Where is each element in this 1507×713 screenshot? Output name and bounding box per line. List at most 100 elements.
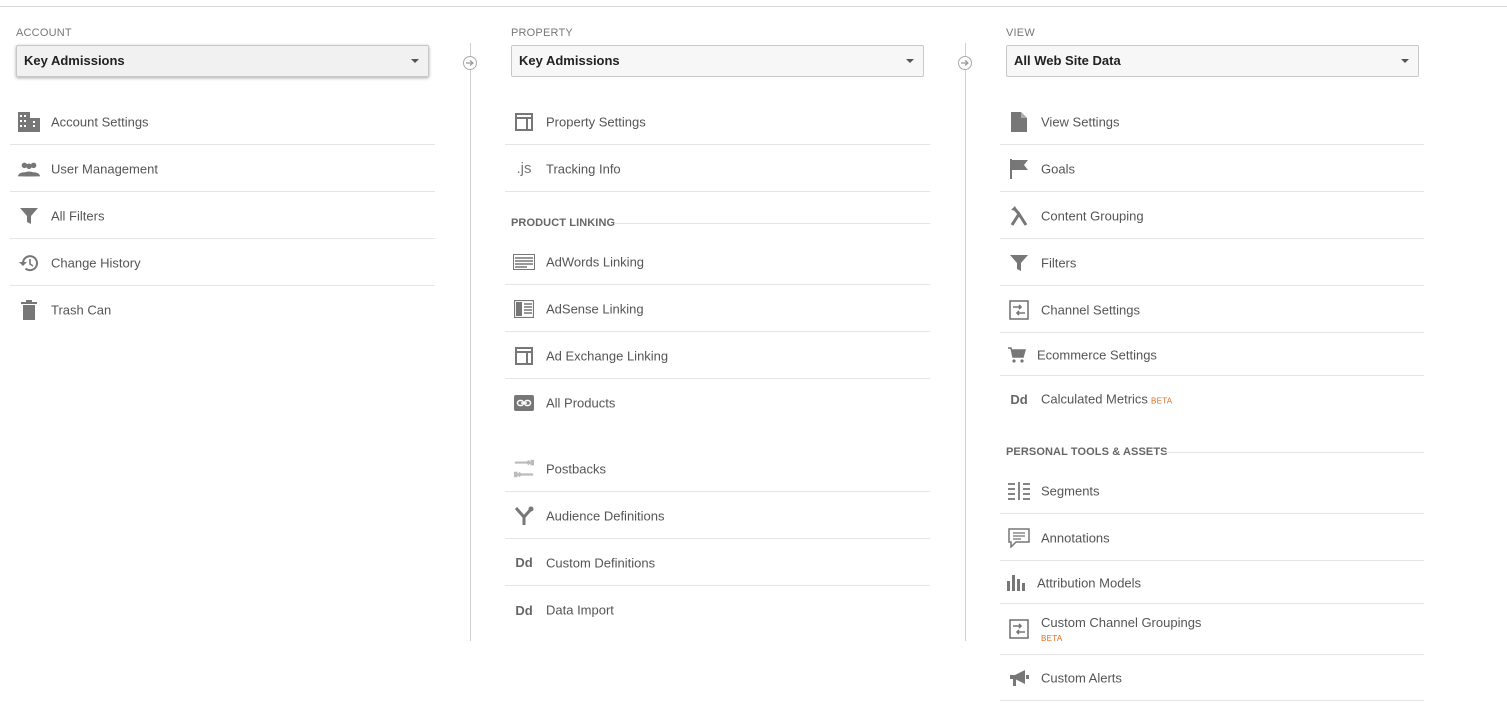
arrow-right-icon <box>958 56 972 70</box>
js-icon: .js <box>513 158 535 180</box>
view-selected: All Web Site Data <box>1014 53 1121 68</box>
all-filters-label: All Filters <box>51 208 105 223</box>
all-products-item[interactable]: All Products <box>505 380 930 426</box>
segments-label: Segments <box>1041 483 1100 498</box>
bar-chart-icon <box>1006 572 1028 594</box>
top-divider <box>0 6 1507 7</box>
trash-icon <box>18 299 40 321</box>
filter-icon <box>1008 252 1030 274</box>
flag-icon <box>1008 158 1030 180</box>
channel-settings-item[interactable]: Channel Settings <box>1000 287 1424 333</box>
goals-item[interactable]: Goals <box>1000 146 1424 192</box>
user-management-label: User Management <box>51 161 158 176</box>
adwords-icon <box>513 251 535 273</box>
cart-icon <box>1006 344 1028 366</box>
filter-icon <box>18 205 40 227</box>
attribution-models-label: Attribution Models <box>1037 575 1142 590</box>
adsense-icon <box>513 298 535 320</box>
property-settings-item[interactable]: Property Settings <box>505 99 930 145</box>
all-filters-item[interactable]: All Filters <box>10 193 435 239</box>
dd-icon: Dd <box>1008 388 1030 410</box>
audience-definitions-item[interactable]: Audience Definitions <box>505 493 930 539</box>
custom-channel-groupings-text: Custom Channel Groupings <box>1041 615 1202 630</box>
annotation-icon <box>1008 527 1030 549</box>
column-divider <box>470 43 471 641</box>
audience-definitions-label: Audience Definitions <box>546 508 665 523</box>
view-selector[interactable]: All Web Site Data <box>1006 45 1419 77</box>
channel-icon <box>1008 299 1030 321</box>
annotations-label: Annotations <box>1041 530 1110 545</box>
segments-item[interactable]: Segments <box>1000 468 1424 514</box>
audience-icon <box>513 505 535 527</box>
custom-channel-groupings-label: Custom Channel Groupings BETA <box>1041 615 1201 643</box>
megaphone-icon <box>1008 667 1030 689</box>
account-label: ACCOUNT <box>16 27 72 39</box>
tracking-info-item[interactable]: .js Tracking Info <box>505 146 930 192</box>
ecommerce-settings-label: Ecommerce Settings <box>1037 347 1157 362</box>
ad-exchange-icon <box>513 345 535 367</box>
custom-alerts-label: Custom Alerts <box>1041 670 1122 685</box>
adsense-linking-item[interactable]: AdSense Linking <box>505 286 930 332</box>
link-icon <box>513 392 535 414</box>
section-divider <box>1165 452 1424 453</box>
view-settings-item[interactable]: View Settings <box>1000 99 1424 145</box>
beta-badge: BETA <box>1150 396 1173 406</box>
adsense-linking-label: AdSense Linking <box>546 301 644 316</box>
property-label: PROPERTY <box>511 27 573 39</box>
ad-exchange-linking-item[interactable]: Ad Exchange Linking <box>505 333 930 379</box>
adwords-linking-item[interactable]: AdWords Linking <box>505 239 930 285</box>
document-icon <box>1008 111 1030 133</box>
trash-can-label: Trash Can <box>51 302 112 318</box>
filters-item[interactable]: Filters <box>1000 240 1424 286</box>
view-label: VIEW <box>1006 27 1035 39</box>
content-grouping-icon <box>1008 205 1030 227</box>
data-import-item[interactable]: Dd Data Import <box>505 587 930 633</box>
property-settings-label: Property Settings <box>546 114 646 129</box>
postbacks-icon <box>513 458 535 480</box>
dd-glyph: Dd <box>515 602 533 618</box>
custom-alerts-item[interactable]: Custom Alerts <box>1000 655 1424 701</box>
content-grouping-label: Content Grouping <box>1041 208 1144 223</box>
custom-channel-groupings-item[interactable]: Custom Channel Groupings BETA <box>1000 604 1424 655</box>
segments-icon <box>1008 480 1030 502</box>
filters-label: Filters <box>1041 255 1077 270</box>
attribution-models-item[interactable]: Attribution Models <box>1000 562 1424 604</box>
change-history-label: Change History <box>51 255 141 270</box>
account-selector[interactable]: Key Admissions <box>16 45 429 77</box>
user-management-item[interactable]: User Management <box>10 146 435 192</box>
goals-label: Goals <box>1041 161 1075 176</box>
layout-icon <box>513 111 535 133</box>
account-settings-label: Account Settings <box>51 114 149 129</box>
personal-tools-heading: PERSONAL TOOLS & ASSETS <box>1006 446 1168 458</box>
dd-glyph: Dd <box>515 555 533 570</box>
annotations-item[interactable]: Annotations <box>1000 515 1424 561</box>
dd-icon: Dd <box>513 599 535 621</box>
product-linking-heading: PRODUCT LINKING <box>511 217 616 229</box>
content-grouping-item[interactable]: Content Grouping <box>1000 193 1424 239</box>
history-icon <box>18 252 40 274</box>
people-icon <box>18 158 40 180</box>
property-selected: Key Admissions <box>519 53 620 68</box>
section-divider <box>614 223 930 224</box>
ad-exchange-linking-label: Ad Exchange Linking <box>546 348 669 363</box>
custom-definitions-item[interactable]: Dd Custom Definitions <box>505 540 930 586</box>
dd-glyph: Dd <box>1010 391 1028 407</box>
js-glyph: .js <box>516 160 532 177</box>
property-selector[interactable]: Key Admissions <box>511 45 924 77</box>
chevron-down-icon <box>411 59 419 63</box>
calculated-metrics-item[interactable]: Dd Calculated Metrics BETA <box>1000 376 1424 422</box>
data-import-label: Data Import <box>546 602 614 618</box>
ecommerce-settings-item[interactable]: Ecommerce Settings <box>1000 334 1424 376</box>
all-products-label: All Products <box>546 395 616 411</box>
building-icon <box>18 111 40 133</box>
tracking-info-label: Tracking Info <box>546 161 621 176</box>
chevron-down-icon <box>906 59 914 63</box>
change-history-item[interactable]: Change History <box>10 240 435 286</box>
calculated-metrics-label: Calculated Metrics BETA <box>1041 392 1172 407</box>
custom-definitions-label: Custom Definitions <box>546 555 656 570</box>
column-divider <box>965 43 966 641</box>
dd-icon: Dd <box>513 552 535 574</box>
postbacks-item[interactable]: Postbacks <box>505 446 930 492</box>
trash-can-item[interactable]: Trash Can <box>10 287 435 333</box>
account-settings-item[interactable]: Account Settings <box>10 99 435 145</box>
